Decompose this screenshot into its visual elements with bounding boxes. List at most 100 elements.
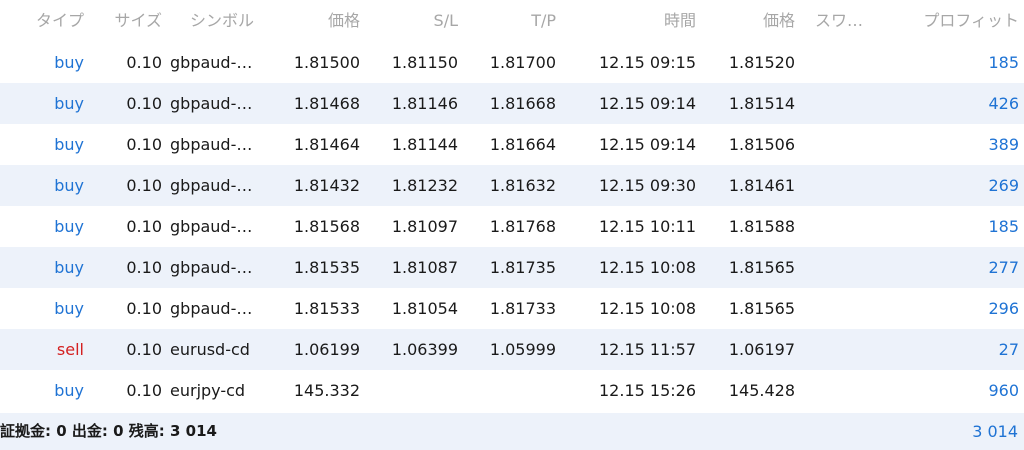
position-row[interactable]: buy 0.10 gbpaud-… 1.81500 1.81150 1.81700 12.1…: [0, 42, 1024, 83]
cell-type: buy: [54, 299, 84, 318]
cell-swap: [815, 206, 877, 247]
cell-stop-loss: 1.81150: [391, 53, 458, 72]
cell-type: buy: [54, 381, 84, 400]
cell-take-profit: 1.05999: [489, 340, 556, 359]
position-row[interactable]: sell 0.10 eurusd-cd 1.06199 1.06399 1.05999 12…: [0, 329, 1024, 370]
cell-swap: [815, 124, 877, 165]
cell-size: 0.10: [126, 176, 162, 195]
header-swap[interactable]: スワ…: [815, 0, 877, 42]
cell-swap: [815, 329, 877, 370]
cell-take-profit: 1.81735: [489, 258, 556, 277]
position-row[interactable]: buy 0.10 gbpaud-… 1.81535 1.81087 1.81735 12.1…: [0, 247, 1024, 288]
cell-size: 0.10: [126, 135, 162, 154]
cell-profit: 277: [988, 258, 1019, 277]
cell-open-price: 1.81533: [293, 299, 360, 318]
position-row[interactable]: buy 0.10 gbpaud-… 1.81533 1.81054 1.81733 12.1…: [0, 288, 1024, 329]
header-symbol[interactable]: シンボル: [190, 0, 262, 42]
cell-profit: 185: [988, 53, 1019, 72]
cell-open-price: 1.06199: [293, 340, 360, 359]
cell-symbol: gbpaud-…: [170, 217, 253, 236]
cell-open-price: 1.81568: [293, 217, 360, 236]
cell-symbol: eurjpy-cd: [170, 381, 246, 400]
cell-type: buy: [54, 94, 84, 113]
header-profit[interactable]: プロフィット: [877, 0, 1019, 42]
cell-type: sell: [56, 340, 84, 359]
cell-take-profit: 1.81632: [489, 176, 556, 195]
cell-profit: 296: [988, 299, 1019, 318]
cell-open-price: 1.81464: [293, 135, 360, 154]
position-row[interactable]: buy 0.10 gbpaud-… 1.81464 1.81144 1.81664 12.1…: [0, 124, 1024, 165]
cell-stop-loss: 1.81054: [391, 299, 458, 318]
cell-type: buy: [54, 217, 84, 236]
cell-stop-loss: [360, 370, 458, 411]
cell-size: 0.10: [126, 258, 162, 277]
cell-profit: 269: [988, 176, 1019, 195]
position-row[interactable]: buy 0.10 gbpaud-… 1.81568 1.81097 1.81768 12.1…: [0, 206, 1024, 247]
cell-open-time: 12.15 09:30: [599, 176, 696, 195]
cell-open-price: 145.332: [293, 381, 360, 400]
header-price[interactable]: 価格: [262, 0, 360, 42]
cell-take-profit: [458, 370, 556, 411]
cell-type: buy: [54, 53, 84, 72]
cell-current-price: 1.81588: [728, 217, 795, 236]
header-type[interactable]: タイプ: [0, 0, 84, 42]
cell-symbol: gbpaud-…: [170, 94, 253, 113]
cell-size: 0.10: [126, 53, 162, 72]
cell-stop-loss: 1.81144: [391, 135, 458, 154]
cell-open-time: 12.15 15:26: [599, 381, 696, 400]
cell-current-price: 1.81520: [728, 53, 795, 72]
cell-current-price: 1.06197: [728, 340, 795, 359]
cell-symbol: eurusd-cd: [170, 340, 250, 359]
header-time[interactable]: 時間: [556, 0, 696, 42]
cell-stop-loss: 1.81146: [391, 94, 458, 113]
account-summary-text: 証拠金: 0 出金: 0 残高: 3 014: [0, 422, 217, 440]
cell-symbol: gbpaud-…: [170, 135, 253, 154]
cell-current-price: 1.81461: [728, 176, 795, 195]
cell-take-profit: 1.81733: [489, 299, 556, 318]
cell-current-price: 1.81565: [728, 258, 795, 277]
cell-swap: [815, 288, 877, 329]
cell-open-time: 12.15 10:11: [599, 217, 696, 236]
positions-table: タイプ サイズ シンボル 価格 S/L T/P 時間 価格 スワ… プロフィット…: [0, 0, 1024, 450]
position-row[interactable]: buy 0.10 gbpaud-… 1.81432 1.81232 1.81632 12.1…: [0, 165, 1024, 206]
cell-current-price: 1.81506: [728, 135, 795, 154]
cell-current-price: 145.428: [728, 381, 795, 400]
header-size[interactable]: サイズ: [84, 0, 162, 42]
cell-type: buy: [54, 135, 84, 154]
header-tp[interactable]: T/P: [458, 0, 556, 42]
cell-swap: [815, 83, 877, 124]
position-row[interactable]: buy 0.10 gbpaud-… 1.81468 1.81146 1.81668 12.1…: [0, 83, 1024, 124]
cell-stop-loss: 1.81097: [391, 217, 458, 236]
cell-open-time: 12.15 09:14: [599, 135, 696, 154]
cell-symbol: gbpaud-…: [170, 258, 253, 277]
cell-size: 0.10: [126, 340, 162, 359]
cell-swap: [815, 370, 877, 411]
cell-symbol: gbpaud-…: [170, 176, 253, 195]
header-sl[interactable]: S/L: [360, 0, 458, 42]
cell-stop-loss: 1.81087: [391, 258, 458, 277]
cell-type: buy: [54, 258, 84, 277]
cell-profit: 426: [988, 94, 1019, 113]
cell-swap: [815, 247, 877, 288]
cell-symbol: gbpaud-…: [170, 53, 253, 72]
cell-open-price: 1.81432: [293, 176, 360, 195]
cell-open-price: 1.81500: [293, 53, 360, 72]
cell-open-time: 12.15 09:14: [599, 94, 696, 113]
total-profit: 3 014: [972, 422, 1018, 441]
cell-stop-loss: 1.81232: [391, 176, 458, 195]
cell-take-profit: 1.81700: [489, 53, 556, 72]
cell-size: 0.10: [126, 217, 162, 236]
cell-swap: [815, 42, 877, 83]
cell-take-profit: 1.81668: [489, 94, 556, 113]
position-row[interactable]: buy 0.10 eurjpy-cd 145.332 12.15 15:26 145.42…: [0, 370, 1024, 411]
cell-symbol: gbpaud-…: [170, 299, 253, 318]
cell-size: 0.10: [126, 299, 162, 318]
cell-take-profit: 1.81768: [489, 217, 556, 236]
header-current-price[interactable]: 価格: [696, 0, 795, 42]
table-header: タイプ サイズ シンボル 価格 S/L T/P 時間 価格 スワ… プロフィット: [0, 0, 1024, 42]
cell-open-time: 12.15 11:57: [599, 340, 696, 359]
cell-profit: 960: [988, 381, 1019, 400]
cell-open-price: 1.81535: [293, 258, 360, 277]
cell-take-profit: 1.81664: [489, 135, 556, 154]
cell-profit: 27: [998, 340, 1019, 359]
